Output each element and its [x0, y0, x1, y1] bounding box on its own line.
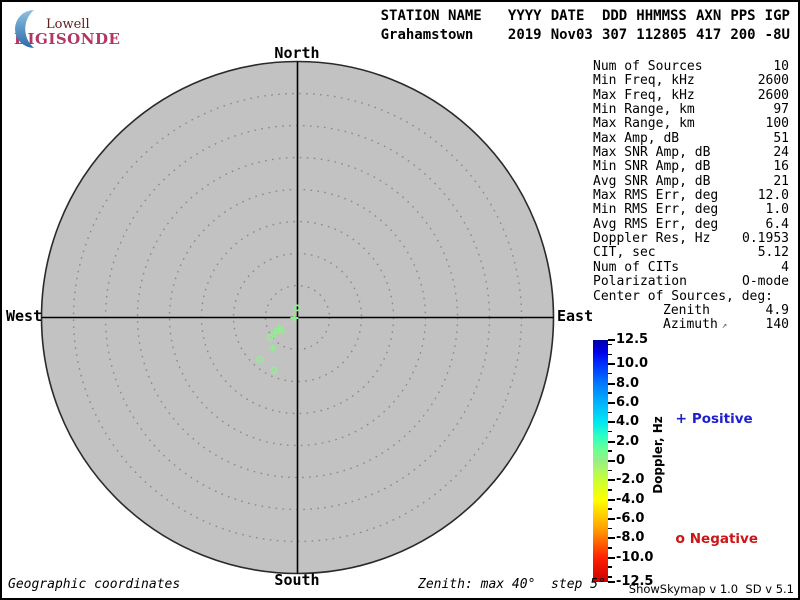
- colorbar-tick-label: -4.0: [616, 492, 644, 507]
- colorbar-minor-tick: [608, 412, 612, 414]
- colorbar-major-tick: [608, 518, 615, 520]
- colorbar-minor-tick: [608, 392, 612, 394]
- colorbar-minor-tick: [608, 547, 612, 549]
- colorbar-major-tick: [608, 557, 615, 559]
- colorbar-major-tick: [608, 499, 615, 501]
- compass-west-label: West: [6, 307, 42, 325]
- coordinates-mode-label: Geographic coordinates: [8, 577, 180, 592]
- compass-south-label: South: [274, 571, 319, 589]
- colorbar-tick-label: 8.0: [616, 376, 639, 391]
- colorbar-major-tick: [608, 460, 615, 462]
- colorbar-minor-tick: [608, 566, 612, 568]
- compass-east-label: East: [557, 307, 593, 325]
- colorbar-tick-label: -8.0: [616, 530, 644, 545]
- software-version-label: ShowSkymap v 1.0 SD v 5.1: [629, 582, 794, 596]
- colorbar-minor-tick: [608, 470, 612, 472]
- colorbar-minor-tick: [608, 576, 612, 578]
- skymap-plot: [0, 0, 800, 600]
- colorbar-tick-label: 0: [616, 453, 625, 468]
- colorbar-minor-tick: [608, 344, 612, 346]
- colorbar-minor-tick: [608, 354, 612, 356]
- colorbar-major-tick: [608, 581, 615, 583]
- colorbar-gradient: [593, 340, 608, 582]
- colorbar-major-tick: [608, 402, 615, 404]
- colorbar-major-tick: [608, 339, 615, 341]
- colorbar-minor-tick: [608, 489, 612, 491]
- colorbar-major-tick: [608, 421, 615, 423]
- colorbar-major-tick: [608, 537, 615, 539]
- legend-negative-label: Negative: [690, 531, 758, 547]
- colorbar-minor-tick: [608, 528, 612, 530]
- colorbar-minor-tick: [608, 373, 612, 375]
- colorbar-tick-label: -2.0: [616, 472, 644, 487]
- colorbar-major-tick: [608, 363, 615, 365]
- colorbar-tick-label: 2.0: [616, 434, 639, 449]
- colorbar-major-tick: [608, 479, 615, 481]
- colorbar-tick-label: -10.0: [616, 550, 653, 565]
- compass-north-label: North: [274, 44, 319, 62]
- colorbar-tick-label: 4.0: [616, 414, 639, 429]
- colorbar-tick-label: 12.5: [616, 332, 648, 347]
- colorbar-tick-label: 6.0: [616, 395, 639, 410]
- colorbar-major-tick: [608, 383, 615, 385]
- colorbar-minor-tick: [608, 508, 612, 510]
- legend-positive-label: Positive: [692, 411, 753, 427]
- colorbar-major-tick: [608, 441, 615, 443]
- colorbar-minor-tick: [608, 431, 612, 433]
- colorbar-minor-tick: [608, 450, 612, 452]
- legend-positive: + Positive: [666, 395, 753, 427]
- zenith-scale-label: Zenith: max 40° step 5°: [418, 577, 606, 592]
- colorbar-tick-label: 10.0: [616, 356, 648, 371]
- legend-negative: o Negative: [666, 515, 758, 547]
- colorbar-tick-label: -6.0: [616, 511, 644, 526]
- plus-symbol-icon: +: [675, 411, 687, 427]
- circle-symbol-icon: o: [675, 531, 685, 547]
